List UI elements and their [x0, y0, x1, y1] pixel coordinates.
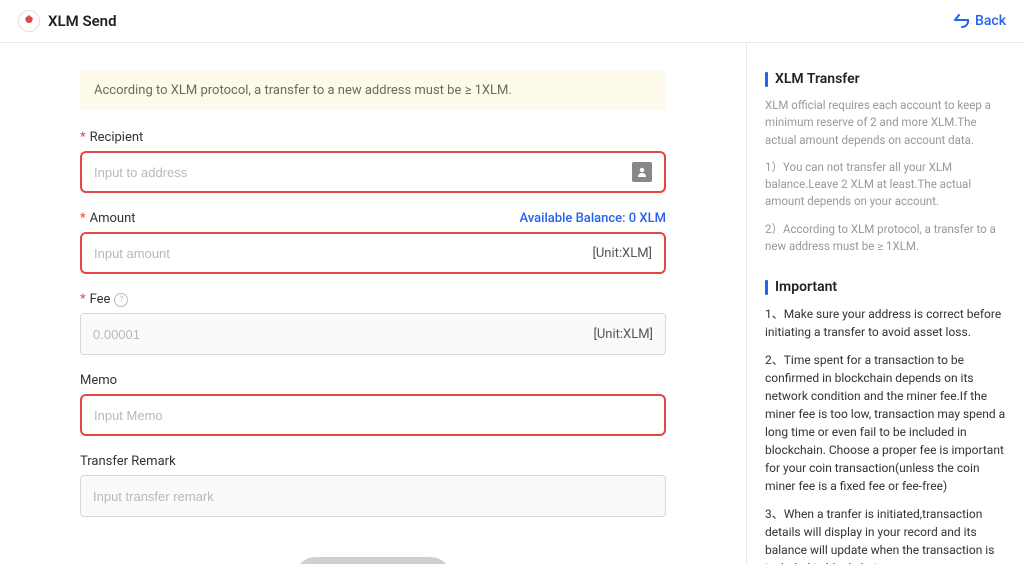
- remark-input-wrap: [80, 475, 666, 517]
- memo-field: Memo: [80, 373, 666, 436]
- fee-label: * Fee ?: [80, 292, 128, 307]
- important-point-2: 2、Time spent for a transaction to be con…: [765, 351, 1006, 495]
- remark-input[interactable]: [93, 476, 653, 516]
- fee-unit: [Unit:XLM]: [594, 327, 653, 342]
- send-row: Send: [80, 557, 666, 564]
- contact-picker-icon[interactable]: [632, 162, 652, 182]
- important-point-1: 1、Make sure your address is correct befo…: [765, 305, 1006, 341]
- amount-input[interactable]: [94, 234, 593, 272]
- back-label: Back: [975, 13, 1006, 29]
- send-button[interactable]: Send: [295, 557, 450, 564]
- amount-label: * Amount: [80, 211, 136, 226]
- amount-field: * Amount Available Balance: 0 XLM [Unit:…: [80, 211, 666, 274]
- form-column: According to XLM protocol, a transfer to…: [0, 43, 746, 564]
- amount-input-wrap: [Unit:XLM]: [80, 232, 666, 274]
- important-section: Important 1、Make sure your address is co…: [765, 279, 1006, 564]
- important-point-3: 3、When a tranfer is initiated,transactio…: [765, 505, 1006, 564]
- back-arrow-icon: [954, 14, 970, 28]
- transfer-section-title: XLM Transfer: [765, 71, 1006, 87]
- xlm-logo-icon: [18, 10, 40, 32]
- memo-input[interactable]: [94, 396, 652, 434]
- transfer-note-1: 1）You can not transfer all your XLM bala…: [765, 159, 1006, 211]
- important-section-title: Important: [765, 279, 1006, 295]
- fee-input-wrap: [Unit:XLM]: [80, 313, 666, 355]
- remark-label: Transfer Remark: [80, 454, 176, 469]
- page-header: XLM Send Back: [0, 0, 1024, 43]
- remark-field: Transfer Remark: [80, 454, 666, 517]
- header-left: XLM Send: [18, 10, 117, 32]
- amount-unit: [Unit:XLM]: [593, 246, 652, 261]
- memo-input-wrap: [80, 394, 666, 436]
- fee-input: [93, 314, 594, 354]
- recipient-input[interactable]: [94, 153, 632, 191]
- transfer-note-2: 2）According to XLM protocol, a transfer …: [765, 221, 1006, 256]
- transfer-intro: XLM official requires each account to ke…: [765, 97, 1006, 149]
- available-balance: Available Balance: 0 XLM: [519, 211, 666, 226]
- protocol-notice: According to XLM protocol, a transfer to…: [80, 71, 666, 110]
- main-layout: According to XLM protocol, a transfer to…: [0, 43, 1024, 564]
- help-icon[interactable]: ?: [114, 293, 128, 307]
- recipient-label: * Recipient: [80, 130, 143, 145]
- transfer-info-section: XLM Transfer XLM official requires each …: [765, 71, 1006, 255]
- page-title: XLM Send: [48, 12, 117, 30]
- memo-label: Memo: [80, 373, 117, 388]
- recipient-input-wrap: [80, 151, 666, 193]
- recipient-field: * Recipient: [80, 130, 666, 193]
- fee-field: * Fee ? [Unit:XLM]: [80, 292, 666, 355]
- back-button[interactable]: Back: [954, 13, 1006, 29]
- info-sidebar: XLM Transfer XLM official requires each …: [746, 43, 1024, 564]
